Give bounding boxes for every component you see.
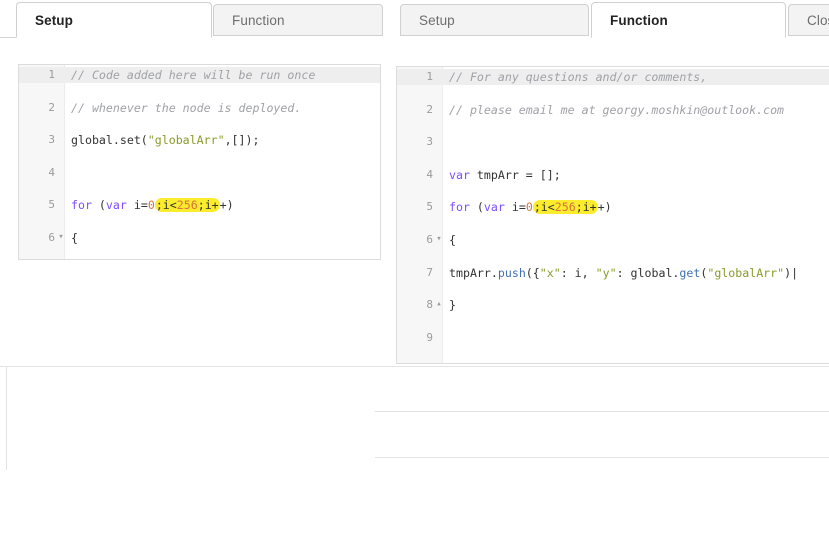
code-line[interactable]: 4 var tmpArr = []; <box>397 167 829 183</box>
right-tabbar: Setup Function Clos <box>396 0 829 40</box>
code-line[interactable]: 5 for (var i=0;i<256;i++) <box>19 197 380 213</box>
line-number: 4 <box>426 167 433 181</box>
line-code: for (var i=0;i<256;i++) <box>449 200 612 215</box>
line-code: // Code added here will be run once <box>71 68 316 82</box>
code-line[interactable]: 1 // Code added here will be run once <box>19 67 380 84</box>
left-code-editor[interactable]: 1 // Code added here will be run once 2 … <box>18 64 381 260</box>
line-number: 6 <box>48 230 55 244</box>
fold-toggle-icon[interactable]: ▾ <box>435 231 443 247</box>
form-divider-mid2 <box>375 457 829 458</box>
fold-toggle-icon[interactable]: ▾ <box>57 229 65 245</box>
code-line[interactable]: 9 <box>397 330 829 346</box>
fold-toggle-icon[interactable]: ▴ <box>435 296 443 312</box>
code-line[interactable]: 7 tmpArr.push({"x": i, "y": global.get("… <box>397 265 829 281</box>
tab-setup-left[interactable]: Setup <box>16 2 212 38</box>
left-form-divider-top <box>0 366 375 367</box>
tab-function-left-label: Function <box>232 12 285 28</box>
tab-setup-right-label: Setup <box>419 12 455 28</box>
code-line[interactable]: 2 // please email me at georgy.moshkin@o… <box>397 102 829 118</box>
left-tabbar-underline <box>0 37 16 38</box>
tab-close-right[interactable]: Clos <box>788 4 829 36</box>
line-code: tmpArr.push({"x": i, "y": global.get("gl… <box>449 265 799 280</box>
line-number: 3 <box>426 135 433 149</box>
left-form-panel: ••• Property msg. payload.variablename =… <box>0 366 382 558</box>
line-code: // please email me at georgy.moshkin@out… <box>449 102 785 117</box>
form-divider-top <box>375 366 829 367</box>
code-line[interactable]: 5 for (var i=0;i<256;i++) <box>397 199 829 215</box>
tab-close-right-label: Clos <box>807 12 829 28</box>
line-code: for (var i=0;i<256;i++) <box>71 198 234 213</box>
screenshot-root: Setup Function Setup Function Clos 1 // … <box>0 0 829 558</box>
tab-function-right[interactable]: Function <box>591 2 786 38</box>
line-number: 5 <box>48 198 55 212</box>
code-line[interactable]: 3 <box>397 134 829 150</box>
code-line[interactable]: 6 ▾ { <box>19 230 380 246</box>
tab-setup-left-label: Setup <box>35 12 74 28</box>
code-line[interactable]: 2 // whenever the node is deployed. <box>19 100 380 116</box>
line-number: 6 <box>426 232 433 246</box>
tab-function-right-label: Function <box>610 12 668 28</box>
left-panel-left-edge <box>6 366 7 470</box>
line-code: msg.payload=[{ <box>449 362 829 363</box>
code-line[interactable]: 8 ▴ } <box>397 297 829 313</box>
left-tabbar: Setup Function <box>0 0 385 40</box>
line-number: 1 <box>48 68 55 81</box>
line-number: 8 <box>426 298 433 312</box>
code-line[interactable]: 1 // For any questions and/or comments, <box>397 69 829 86</box>
line-number: 1 <box>426 70 433 83</box>
line-code: var tmpArr = []; <box>449 167 561 182</box>
code-line[interactable]: 4 <box>19 165 380 181</box>
line-code: { <box>449 232 456 247</box>
line-number: 7 <box>426 265 433 279</box>
line-number: 5 <box>426 200 433 214</box>
tab-function-left[interactable]: Function <box>213 4 383 36</box>
line-code: // For any questions and/or comments, <box>449 70 708 84</box>
line-code: } <box>449 298 456 313</box>
right-code-editor[interactable]: 1 // For any questions and/or comments, … <box>396 66 829 364</box>
line-code: { <box>71 230 78 245</box>
line-number: 2 <box>48 100 55 114</box>
line-code: // whenever the node is deployed. <box>71 100 302 115</box>
line-number: 10 <box>397 362 435 363</box>
code-line[interactable]: 10 ▾ msg.payload=[{ <box>397 361 829 363</box>
right-form-panel: X-axis last 1 hours OR 256 points X-axis… <box>375 366 829 558</box>
line-number: 2 <box>426 102 433 116</box>
line-number: 3 <box>48 133 55 147</box>
line-code: global.set("globalArr",[]); <box>71 133 260 148</box>
tab-setup-right[interactable]: Setup <box>400 4 589 36</box>
line-number: 4 <box>48 165 55 179</box>
code-line[interactable]: 6 ▾ { <box>397 232 829 248</box>
form-divider-mid <box>375 411 829 412</box>
code-line[interactable]: 3 global.set("globalArr",[]); <box>19 132 380 148</box>
line-number: 9 <box>426 330 433 344</box>
fold-toggle-icon[interactable]: ▾ <box>435 361 443 363</box>
